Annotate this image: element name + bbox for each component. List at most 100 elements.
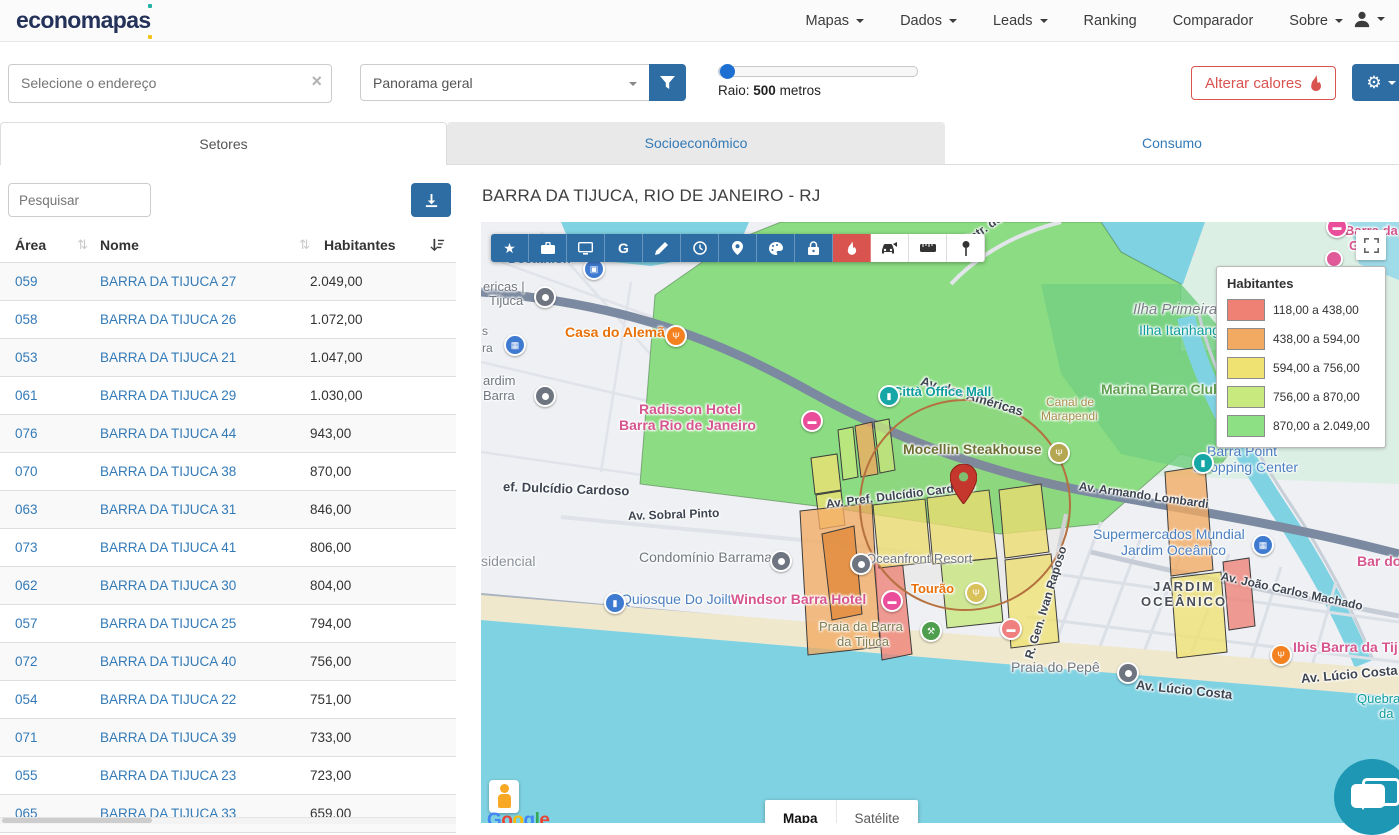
nav-item-ranking[interactable]: Ranking bbox=[1084, 13, 1137, 29]
google-button[interactable]: G bbox=[605, 234, 643, 262]
nome-link[interactable]: BARRA DA TIJUCA 31 bbox=[100, 502, 236, 517]
settings-button[interactable]: ⚙ bbox=[1352, 64, 1399, 101]
business-button[interactable] bbox=[529, 234, 567, 262]
hotel-poi[interactable]: ▬ bbox=[1000, 618, 1022, 640]
area-link[interactable]: 054 bbox=[15, 692, 38, 707]
bag-poi[interactable]: ▮ bbox=[878, 385, 900, 407]
pegman-control[interactable] bbox=[489, 780, 519, 813]
area-link[interactable]: 061 bbox=[15, 388, 38, 403]
place-dot-poi[interactable] bbox=[850, 553, 872, 575]
alterar-calores-button[interactable]: Alterar calores bbox=[1191, 66, 1336, 100]
column-habitantes[interactable]: Habitantes bbox=[324, 237, 456, 253]
address-input[interactable] bbox=[9, 65, 301, 100]
area-link[interactable]: 058 bbox=[15, 312, 38, 327]
nome-link[interactable]: BARRA DA TIJUCA 38 bbox=[100, 464, 236, 479]
tab-socioeconomico[interactable]: Socioeconômico bbox=[447, 122, 945, 164]
map-label: Barra Rio de Janeiro bbox=[619, 418, 756, 433]
nav-item-mapas[interactable]: Mapas bbox=[806, 13, 865, 29]
map-type-mapa[interactable]: Mapa bbox=[765, 800, 836, 823]
monitor-button[interactable] bbox=[567, 234, 605, 262]
area-link[interactable]: 055 bbox=[15, 768, 38, 783]
map-toolbar: ★ G bbox=[491, 234, 985, 262]
area-link[interactable]: 063 bbox=[15, 502, 38, 517]
nome-link[interactable]: BARRA DA TIJUCA 29 bbox=[100, 388, 236, 403]
heatmap-button[interactable] bbox=[833, 234, 871, 262]
map-label: Barra bbox=[483, 389, 515, 403]
traffic-button[interactable] bbox=[871, 234, 909, 262]
download-button[interactable] bbox=[411, 183, 451, 217]
restaurant-poi[interactable]: Ψ bbox=[965, 582, 987, 604]
area-link[interactable]: 070 bbox=[15, 464, 38, 479]
cart-poi[interactable]: ▦ bbox=[504, 334, 526, 356]
tab-setores[interactable]: Setores bbox=[0, 122, 447, 165]
location-marker[interactable] bbox=[950, 464, 977, 509]
streetview-button[interactable] bbox=[947, 234, 985, 262]
map-label: Casa do Alemão bbox=[565, 325, 673, 340]
nav-item-leads[interactable]: Leads bbox=[993, 13, 1048, 29]
panorama-select[interactable]: Panorama geral bbox=[360, 64, 649, 101]
restaurant-poi[interactable]: Ψ bbox=[665, 325, 687, 347]
favorites-button[interactable]: ★ bbox=[491, 234, 529, 262]
nome-link[interactable]: BARRA DA TIJUCA 44 bbox=[100, 426, 236, 441]
bag-poi[interactable]: ▮ bbox=[604, 592, 626, 614]
sort-desc-icon[interactable] bbox=[430, 238, 444, 252]
slider-thumb[interactable] bbox=[720, 64, 735, 79]
tab-consumo[interactable]: Consumo bbox=[945, 122, 1399, 164]
nav-item-dados[interactable]: Dados bbox=[900, 13, 957, 29]
nome-link[interactable]: BARRA DA TIJUCA 21 bbox=[100, 350, 236, 365]
map-type-satelite[interactable]: Satélite bbox=[836, 800, 918, 823]
palette-button[interactable] bbox=[757, 234, 795, 262]
bag-poi[interactable]: ▮ bbox=[1192, 452, 1214, 474]
clear-icon[interactable]: × bbox=[311, 71, 322, 92]
place-dot-poi[interactable] bbox=[770, 550, 792, 572]
area-link[interactable]: 073 bbox=[15, 540, 38, 555]
area-link[interactable]: 076 bbox=[15, 426, 38, 441]
place-dot-poi[interactable] bbox=[1117, 662, 1139, 684]
fullscreen-button[interactable] bbox=[1356, 230, 1386, 260]
lock-button[interactable] bbox=[795, 234, 833, 262]
restaurant-poi[interactable]: Ψ bbox=[1048, 442, 1070, 464]
area-link[interactable]: 062 bbox=[15, 578, 38, 593]
column-nome[interactable]: Nome⇅ bbox=[100, 237, 324, 253]
nome-link[interactable]: BARRA DA TIJUCA 30 bbox=[100, 578, 236, 593]
area-link[interactable]: 057 bbox=[15, 616, 38, 631]
area-link[interactable]: 059 bbox=[15, 274, 38, 289]
nome-link[interactable]: BARRA DA TIJUCA 23 bbox=[100, 768, 236, 783]
nome-link[interactable]: BARRA DA TIJUCA 27 bbox=[100, 274, 236, 289]
nome-link[interactable]: BARRA DA TIJUCA 41 bbox=[100, 540, 236, 555]
filter-button[interactable] bbox=[649, 64, 686, 101]
nome-link[interactable]: BARRA DA TIJUCA 22 bbox=[100, 692, 236, 707]
chat-widget-button[interactable] bbox=[1334, 759, 1399, 835]
ruler-button[interactable] bbox=[909, 234, 947, 262]
marker-button[interactable] bbox=[719, 234, 757, 262]
nome-link[interactable]: BARRA DA TIJUCA 26 bbox=[100, 312, 236, 327]
history-button[interactable] bbox=[681, 234, 719, 262]
cart-poi[interactable]: ▦ bbox=[1252, 534, 1274, 556]
hotel-poi[interactable]: ▬ bbox=[801, 410, 823, 432]
slider-track[interactable] bbox=[718, 66, 918, 77]
area-link[interactable]: 071 bbox=[15, 730, 38, 745]
map-canvas[interactable]: ★ G Habitantes 118,00 a 438,00438,00 a 5… bbox=[481, 222, 1399, 823]
area-link[interactable]: 053 bbox=[15, 350, 38, 365]
map-label: Ilha Itanhangá bbox=[1139, 323, 1228, 338]
nav-item-sobre[interactable]: Sobre bbox=[1289, 13, 1343, 29]
place-dot-poi[interactable] bbox=[534, 286, 556, 308]
hotel-poi[interactable]: ▬ bbox=[881, 590, 903, 612]
table-row: 059BARRA DA TIJUCA 272.049,00 bbox=[0, 263, 456, 301]
nome-link[interactable]: BARRA DA TIJUCA 25 bbox=[100, 616, 236, 631]
beach-poi[interactable]: ⚒ bbox=[920, 620, 942, 642]
search-input[interactable] bbox=[8, 183, 151, 217]
draw-button[interactable] bbox=[643, 234, 681, 262]
user-menu[interactable] bbox=[1353, 10, 1385, 28]
area-link[interactable]: 072 bbox=[15, 654, 38, 669]
nome-link[interactable]: BARRA DA TIJUCA 40 bbox=[100, 654, 236, 669]
place-dot-poi[interactable] bbox=[534, 385, 556, 407]
restaurant-poi[interactable]: Ψ bbox=[1270, 644, 1292, 666]
column-area[interactable]: Área⇅ bbox=[0, 237, 100, 253]
logo[interactable]: economapas bbox=[16, 7, 151, 34]
sort-icon[interactable]: ⇅ bbox=[77, 237, 88, 253]
nav-item-comparador[interactable]: Comparador bbox=[1173, 13, 1254, 29]
scrollbar-thumb[interactable] bbox=[2, 818, 152, 823]
sort-icon[interactable]: ⇅ bbox=[299, 237, 310, 253]
nome-link[interactable]: BARRA DA TIJUCA 39 bbox=[100, 730, 236, 745]
